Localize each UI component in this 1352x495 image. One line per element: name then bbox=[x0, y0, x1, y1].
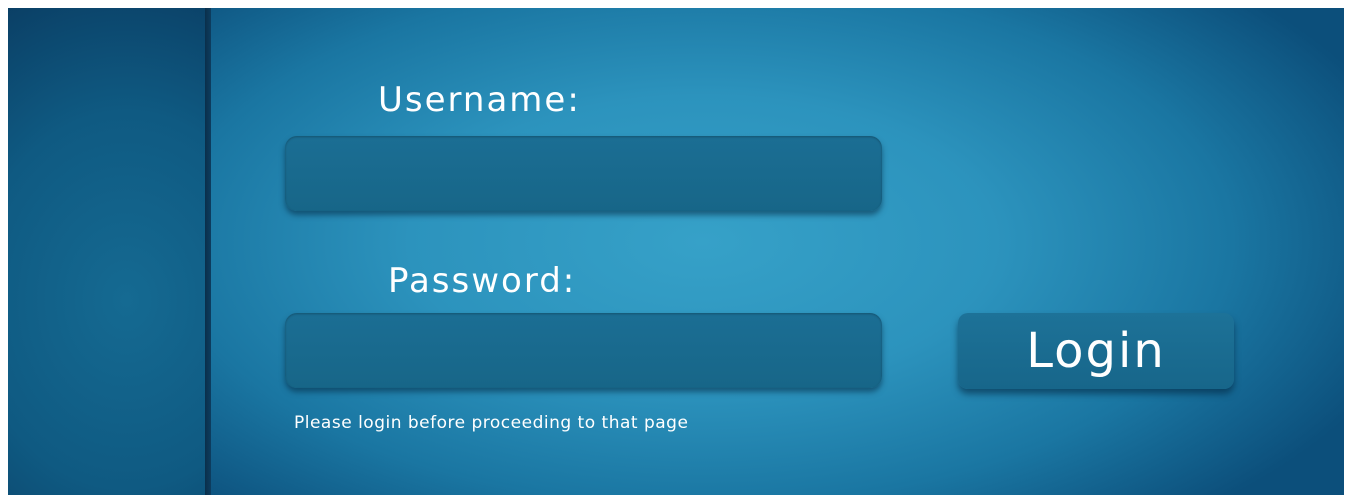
password-label: Password: bbox=[388, 261, 577, 301]
login-hint-text: Please login before proceeding to that p… bbox=[294, 413, 689, 433]
username-label: Username: bbox=[378, 80, 581, 120]
left-side-panel bbox=[8, 8, 205, 495]
username-input[interactable] bbox=[285, 136, 882, 211]
login-screen: Username: Password: Login Please login b… bbox=[8, 8, 1344, 495]
password-input[interactable] bbox=[285, 313, 882, 388]
login-button[interactable]: Login bbox=[958, 313, 1234, 389]
left-panel-divider bbox=[205, 8, 211, 495]
